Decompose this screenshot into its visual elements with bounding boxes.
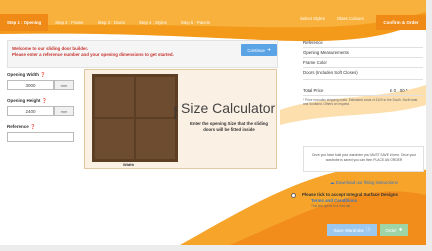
page-frame: Step 1 : Opening Step 2 : Frame Step 3 :… xyxy=(0,0,426,245)
help-icon: ❓ xyxy=(41,98,48,103)
cloud-download-icon: ☁ xyxy=(330,180,335,185)
accept-terms-text: Please tick to accept Integral Surface D… xyxy=(302,192,398,197)
divider xyxy=(303,67,423,68)
cart-icon: ✚ xyxy=(398,227,403,232)
tab-doors[interactable]: Step 3 : Doors xyxy=(91,14,132,31)
shipping-note: * Price excludes shipping costs. Estimat… xyxy=(303,98,418,107)
opening-width-input[interactable] xyxy=(7,80,54,90)
help-icon: ❓ xyxy=(30,124,36,129)
arrow-right-icon: ➔ xyxy=(266,47,271,52)
tab-panels[interactable]: Step 5 : Panels xyxy=(174,14,217,31)
opening-height-unit: mm xyxy=(54,106,74,116)
accept-terms-radio[interactable] xyxy=(291,193,296,198)
summary-reference: Reference xyxy=(303,40,323,45)
size-calculator-title: Size Calculator xyxy=(181,100,276,116)
save-notice-box: Once you have built your wardrobe you MU… xyxy=(303,146,424,172)
size-calculator-subtitle: Enter the opening Size that the sliding … xyxy=(189,121,269,132)
opening-height-input[interactable] xyxy=(7,106,54,116)
save-label: Save Wardrobe xyxy=(333,227,364,233)
divider xyxy=(303,95,423,96)
width-label: Width xyxy=(123,162,135,167)
reference-input[interactable] xyxy=(7,132,74,142)
tab-frame[interactable]: Step 2 : Frame xyxy=(48,14,90,31)
wardrobe-image xyxy=(92,74,178,162)
step-tabs: Step 1 : Opening Step 2 : Frame Step 3 :… xyxy=(0,14,300,31)
total-price-value: £ 0 . 00 * xyxy=(390,88,408,93)
terms-and-conditions-link[interactable]: Terms and Conditions xyxy=(311,198,357,203)
download-instructions-link[interactable]: ☁ Download our fitting instructions xyxy=(330,180,398,186)
opening-width-label: Opening Width ❓ xyxy=(7,72,46,77)
tab-styles[interactable]: Step 4 : Styles xyxy=(132,14,174,31)
confirm-order-button[interactable]: Confirm & Order xyxy=(376,15,426,30)
welcome-box: Welcome to our sliding door builder. Ple… xyxy=(7,40,278,68)
continue-button[interactable]: Continue ➔ xyxy=(241,44,277,56)
download-label: Download our fitting instructions xyxy=(335,180,398,185)
divider xyxy=(303,57,423,58)
summary-opening-measurements: Opening Measurements xyxy=(303,50,349,55)
height-label: Height xyxy=(172,106,178,119)
reference-label: Reference ❓ xyxy=(7,124,36,129)
summary-doors: Doors (Includes Soft Closes) xyxy=(303,70,358,75)
save-wardrobe-button[interactable]: Save Wardrobe ⓘ xyxy=(327,224,377,236)
welcome-message: Welcome to our sliding door builder. Ple… xyxy=(12,46,174,58)
divider xyxy=(303,47,423,48)
save-notice-text: Once you have built your wardrobe you MU… xyxy=(311,153,417,162)
summary-frame-color: Frame Color xyxy=(303,60,327,65)
header-links: Select Styles Glass Colours xyxy=(300,16,376,21)
new-tab-note: This link opens in a new tab xyxy=(311,204,351,208)
order-button[interactable]: Order ✚ xyxy=(380,224,408,236)
tab-opening[interactable]: Step 1 : Opening xyxy=(0,14,49,31)
divider xyxy=(303,79,423,80)
help-icon: ❓ xyxy=(40,72,46,77)
select-styles-link[interactable]: Select Styles xyxy=(300,16,325,21)
opening-height-label: Opening Height ❓ xyxy=(7,98,48,103)
welcome-line-2: Please enter a reference number and your… xyxy=(12,52,174,57)
opening-width-unit: mm xyxy=(54,80,74,90)
glass-colours-link[interactable]: Glass Colours xyxy=(337,16,364,21)
info-icon: ⓘ xyxy=(365,227,371,232)
size-calculator-illustration: Height Width Size Calculator Enter the o… xyxy=(84,69,277,169)
order-label: Order xyxy=(385,227,397,233)
continue-label: Continue xyxy=(247,47,265,53)
total-price-label: Total Price xyxy=(303,88,324,93)
